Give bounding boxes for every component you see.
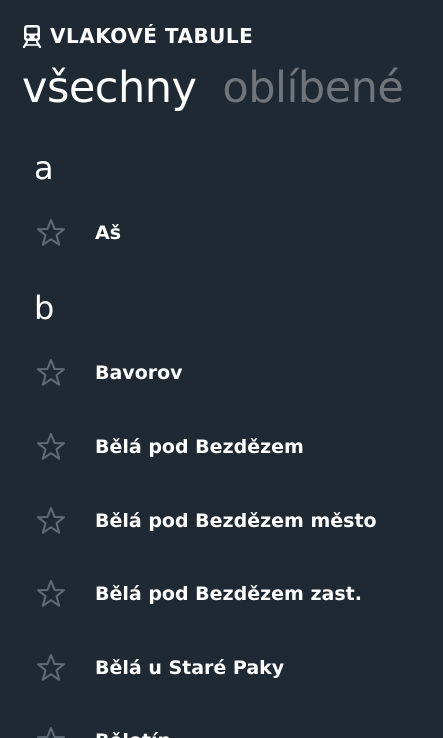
app-window: VLAKOVÉ TABULE všechny oblíbené a Aš b B… xyxy=(0,0,443,738)
star-icon[interactable] xyxy=(36,432,66,462)
star-icon[interactable] xyxy=(36,579,66,609)
star-icon[interactable] xyxy=(36,653,66,683)
list-item[interactable]: Bělá pod Bezdězem město xyxy=(0,498,443,548)
star-icon[interactable] xyxy=(36,218,66,248)
star-icon[interactable] xyxy=(36,726,66,738)
star-icon[interactable] xyxy=(36,506,66,536)
station-name: Aš xyxy=(95,222,122,244)
station-list[interactable]: a Aš b Bavorov Bělá pod Bezdězem Bělá po xyxy=(0,0,443,738)
station-name: Bělá pod Bezdězem zast. xyxy=(95,583,362,605)
list-item[interactable]: Bělá u Staré Paky xyxy=(0,645,443,695)
station-name: Bělá u Staré Paky xyxy=(95,657,285,679)
station-name: Bělotín xyxy=(95,728,171,738)
group-header-b[interactable]: b xyxy=(34,290,54,326)
group-header-a[interactable]: a xyxy=(34,150,54,186)
list-item[interactable]: Bavorov xyxy=(0,350,443,400)
list-item[interactable]: Bělotín xyxy=(0,718,443,738)
list-item[interactable]: Bělá pod Bezdězem xyxy=(0,424,443,474)
station-name: Bělá pod Bezdězem xyxy=(95,436,304,458)
station-name: Bělá pod Bezdězem město xyxy=(95,510,377,532)
star-icon[interactable] xyxy=(36,358,66,388)
list-item[interactable]: Bělá pod Bezdězem zast. xyxy=(0,571,443,621)
list-item[interactable]: Aš xyxy=(0,210,443,260)
station-name: Bavorov xyxy=(95,362,183,384)
